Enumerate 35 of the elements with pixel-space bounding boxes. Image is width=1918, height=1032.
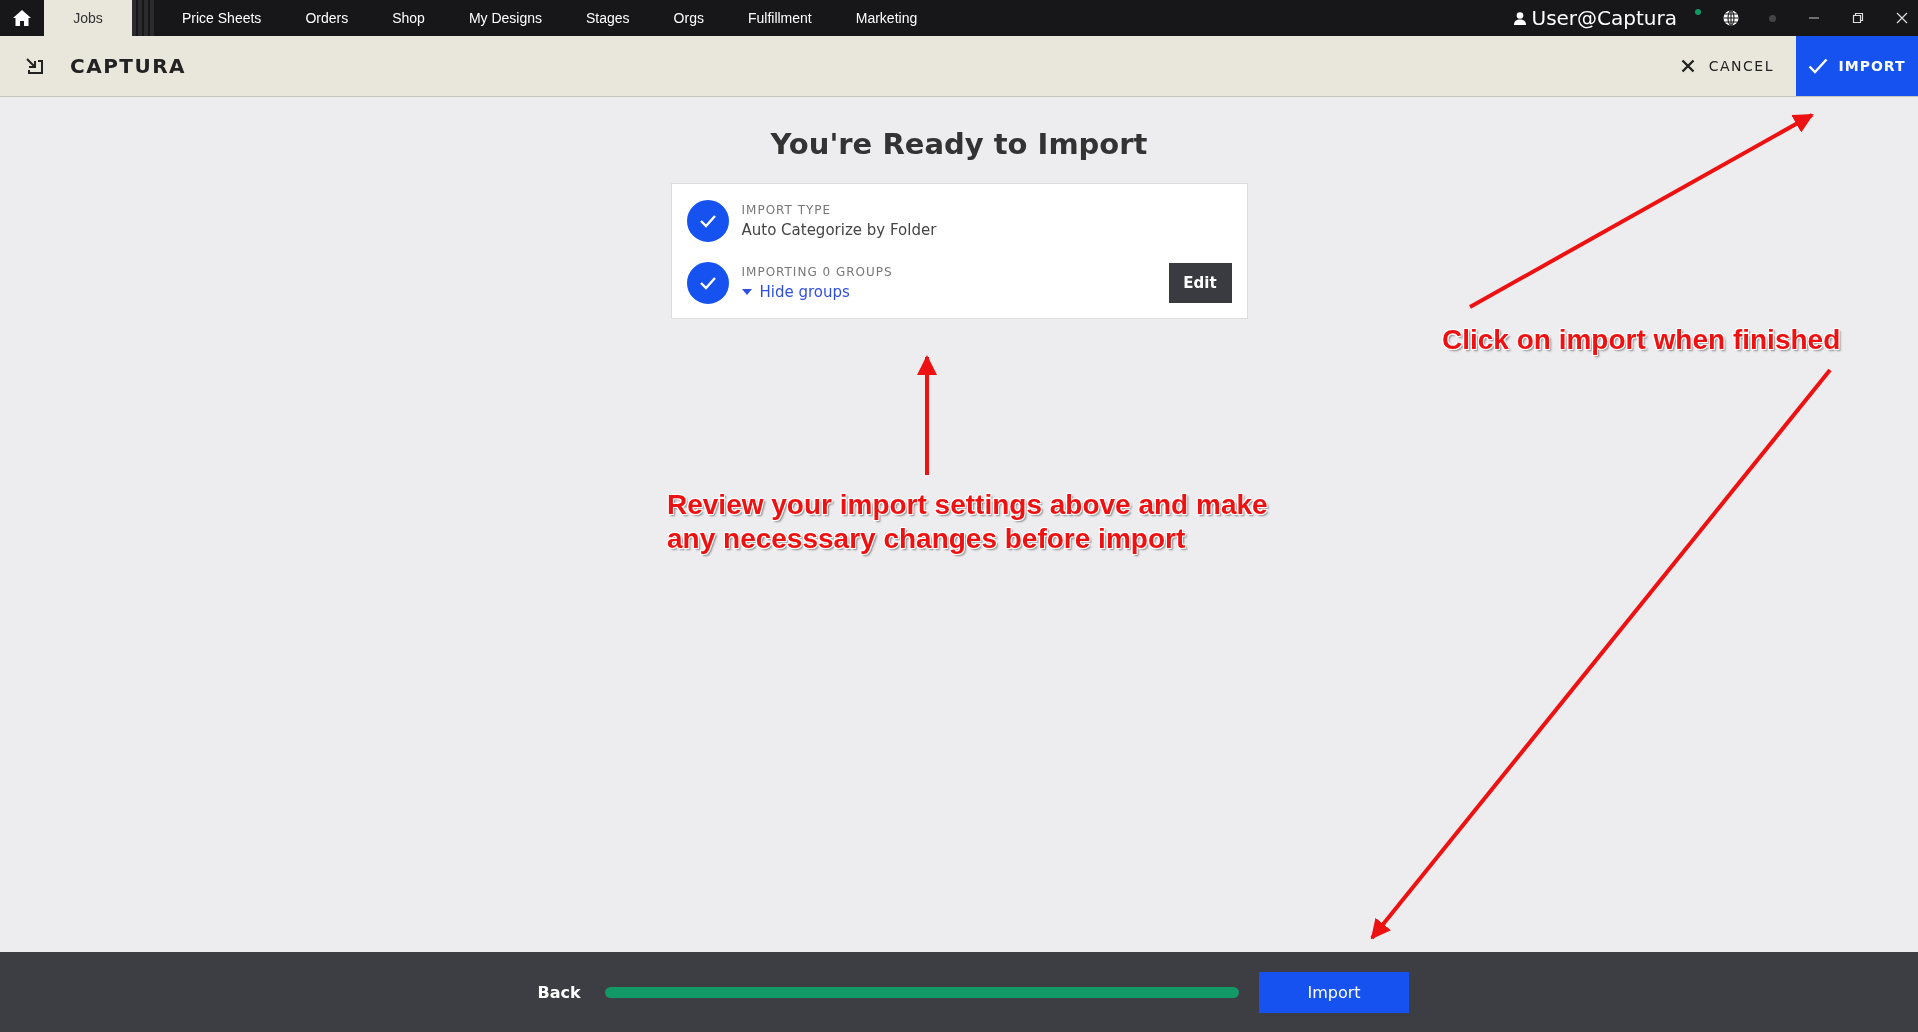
nav-tab[interactable]: Jobs [44,0,132,36]
step-label: IMPORTING 0 GROUPS [741,265,894,279]
user-menu[interactable]: User@Captura [1513,6,1677,30]
nav-tab[interactable]: Shop [370,0,447,36]
nav-tab[interactable]: Stages [564,0,652,36]
globe-icon[interactable] [1723,10,1739,26]
step-label: IMPORT TYPE [741,203,833,217]
step-value: Auto Categorize by Folder [741,221,938,239]
nav-tab[interactable]: Orders [283,0,371,36]
person-icon [1513,11,1526,25]
close-icon [1680,59,1695,73]
import-icon [26,58,44,74]
restore-icon[interactable] [1852,12,1864,24]
page-heading: You're Ready to Import [770,127,1148,161]
import-button[interactable]: Import [1259,971,1409,1013]
annotation-text: Review your import settings above and make any necesssary changes before import [667,488,1269,556]
status-dot [1769,14,1776,22]
check-icon [1808,58,1829,74]
annotation-text: Click on import when finished [1442,323,1841,357]
toggle-link[interactable]: Hide groups [741,283,850,301]
nav-tab[interactable]: My Designs [446,0,564,36]
import-button[interactable]: IMPORT [1796,36,1918,96]
nav-tab[interactable]: Orgs [651,0,726,36]
cancel-button[interactable]: CANCEL [1674,57,1780,75]
nav-tab[interactable]: Marketing [833,0,940,36]
back-button[interactable]: Back [528,981,590,1003]
edit-button[interactable]: Edit [1168,263,1232,303]
status-dot [1695,9,1701,15]
app-title: CAPTURA [70,54,187,78]
caret-icon [741,289,752,295]
home-icon [13,10,31,26]
nav-tab[interactable]: Price Sheets [160,0,284,36]
close-icon[interactable] [1896,12,1908,24]
nav-tab[interactable]: Fulfillment [725,0,834,36]
separator-bars [132,0,154,36]
